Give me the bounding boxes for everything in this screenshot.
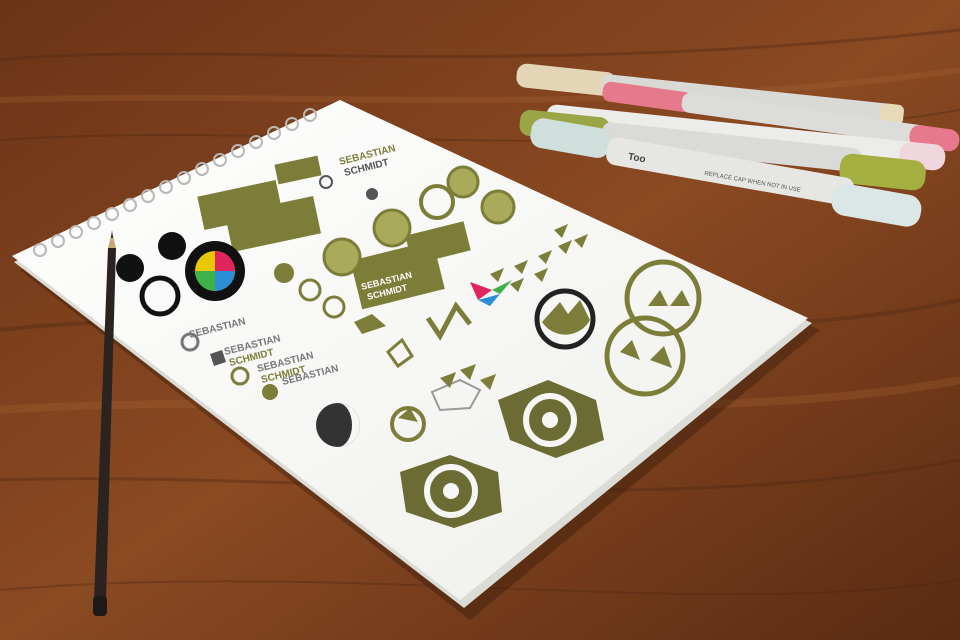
circle-logo [480, 189, 516, 225]
photo-scene: SEBASTIAN SCHMIDT SEBASTIAN SEBASTIAN SC… [0, 0, 960, 640]
black-circle-logo [158, 232, 186, 260]
small-circle-logo [366, 188, 378, 200]
circle-logo [372, 208, 412, 248]
small-circle-logo [262, 384, 278, 400]
small-circle-logo [274, 263, 294, 283]
circle-logo [322, 237, 362, 277]
circle-logo [446, 165, 480, 199]
black-circle-logo [116, 254, 144, 282]
